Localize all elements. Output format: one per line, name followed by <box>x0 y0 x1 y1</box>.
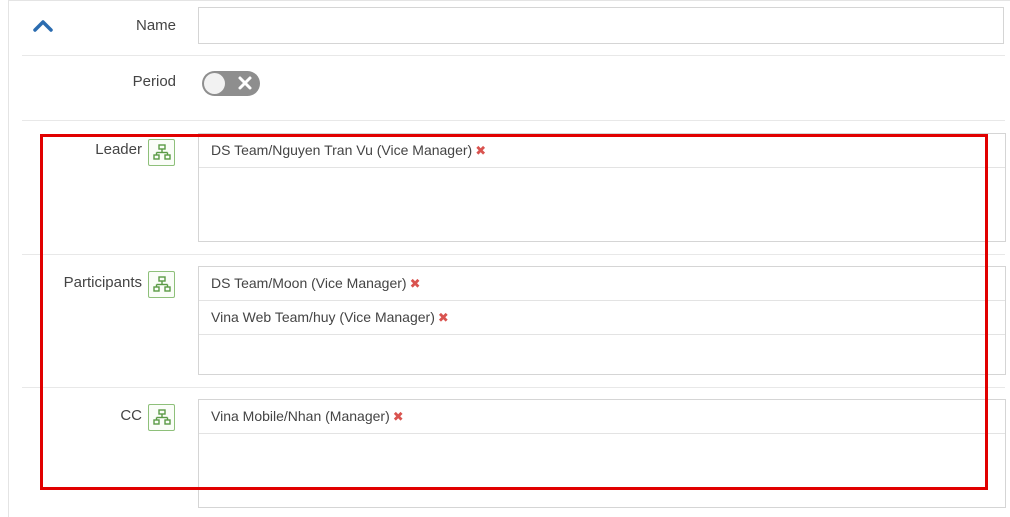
highlight-annotation <box>40 134 988 490</box>
name-label: Name <box>135 17 176 34</box>
name-input[interactable] <box>198 7 1004 44</box>
chevron-up-icon[interactable] <box>33 18 53 32</box>
toggle-knob <box>204 73 225 94</box>
period-toggle[interactable] <box>202 71 260 96</box>
close-icon <box>236 74 254 92</box>
divider <box>22 55 1005 56</box>
divider <box>22 120 1005 121</box>
period-label: Period <box>132 73 176 90</box>
